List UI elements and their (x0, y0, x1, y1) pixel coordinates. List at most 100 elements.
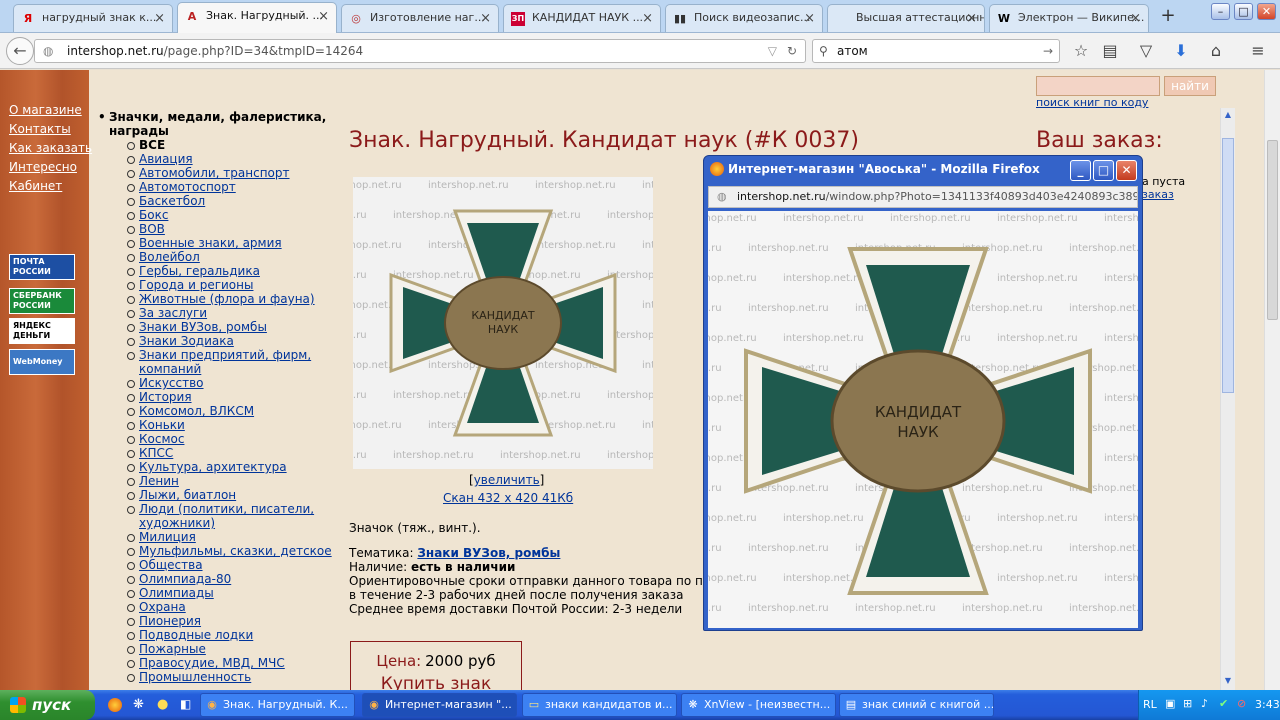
inner-scrollbar-up-icon[interactable]: ▲ (1222, 110, 1234, 122)
theme-link[interactable]: Знаки ВУЗов, ромбы (417, 546, 560, 560)
payment-sberbank-badge[interactable]: СБЕРБАНК РОССИИ (9, 288, 75, 314)
catalog-item[interactable]: ВСЕ (126, 138, 341, 152)
popup-minimize-button[interactable]: _ (1070, 160, 1091, 181)
tray-antivirus-icon[interactable]: ⊘ (1237, 697, 1246, 710)
catalog-item[interactable]: Правосудие, МВД, МЧС (126, 656, 341, 670)
payment-webmoney-badge[interactable]: WebMoney (9, 349, 75, 375)
tray-volume-icon[interactable]: ♪ (1201, 697, 1208, 710)
dropdown-arrow-icon[interactable]: ▽ (768, 40, 777, 62)
catalog-item[interactable]: Знаки предприятий, фирм, компаний (126, 348, 341, 376)
catalog-item[interactable]: Коньки (126, 418, 341, 432)
taskbar-item-3[interactable]: ❋ XnView - [неизвестн... (681, 693, 836, 717)
left-link-1[interactable]: Контакты (9, 122, 71, 136)
tab-close-icon[interactable]: × (318, 9, 329, 24)
catalog-item[interactable]: Военные знаки, армия (126, 236, 341, 250)
quicklaunch-desktop-icon[interactable]: ◧ (180, 697, 191, 711)
tab-0[interactable]: Янагрудный знак к... × (13, 4, 173, 32)
search-box[interactable]: ⚲ атом → (812, 39, 1060, 63)
window-maximize-button[interactable]: □ (1234, 3, 1253, 20)
catalog-item[interactable]: Культура, архитектура (126, 460, 341, 474)
catalog-item[interactable]: Подводные лодки (126, 628, 341, 642)
left-link-3[interactable]: Интересно (9, 160, 77, 174)
catalog-item[interactable]: Космос (126, 432, 341, 446)
buy-button[interactable]: Купить знак (351, 674, 521, 690)
catalog-item[interactable]: Общества (126, 558, 341, 572)
catalog-item[interactable]: Гербы, геральдика (126, 264, 341, 278)
download-icon[interactable]: ⬇ (1170, 41, 1192, 61)
tab-2[interactable]: ◎ Изготовление наг... × (341, 4, 499, 32)
catalog-item[interactable]: Пионерия (126, 614, 341, 628)
catalog-item[interactable]: Мульфильмы, сказки, детское (126, 544, 341, 558)
quicklaunch-xnview-icon[interactable]: ❋ (133, 697, 144, 712)
catalog-item[interactable]: Авиация (126, 152, 341, 166)
catalog-item[interactable]: Лыжи, биатлон (126, 488, 341, 502)
menu-icon[interactable]: ≡ (1247, 41, 1269, 61)
catalog-item[interactable]: Пожарные (126, 642, 341, 656)
left-link-2[interactable]: Как заказать (9, 141, 92, 155)
enlarge-link[interactable]: увеличить (474, 473, 540, 487)
code-search-button[interactable]: найти (1164, 76, 1216, 96)
page-scrollbar-thumb[interactable] (1267, 140, 1278, 320)
catalog-item[interactable]: Комсомол, ВЛКСМ (126, 404, 341, 418)
catalog-item[interactable]: Волейбол (126, 250, 341, 264)
tab-5[interactable]: Высшая аттестационн... × (827, 4, 985, 32)
taskbar-item-0[interactable]: ◉ Знак. Нагрудный. К... (200, 693, 355, 717)
catalog-item[interactable]: Знаки ВУЗов, ромбы (126, 320, 341, 334)
tab-close-icon[interactable]: × (1130, 11, 1141, 26)
search-go-icon[interactable]: → (1043, 40, 1053, 62)
tab-close-icon[interactable]: × (804, 11, 815, 26)
tab-1[interactable]: A Знак. Нагрудный. ... × (177, 2, 337, 33)
tab-4[interactable]: ▮▮ Поиск видеозапис... × (665, 4, 823, 32)
catalog-item[interactable]: Автомотоспорт (126, 180, 341, 194)
popup-address-bar[interactable]: ◍ intershop.net.ru/window.php?Photo=1341… (708, 186, 1138, 208)
product-image[interactable]: intershop.net.ruintershop.net.ruintersho… (353, 177, 653, 469)
inner-scrollbar[interactable]: ▲ ▼ (1220, 108, 1235, 690)
taskbar-item-2[interactable]: ▭ знаки кандидатов и... (522, 693, 677, 717)
code-search-input[interactable] (1036, 76, 1160, 96)
catalog-item[interactable]: ВОВ (126, 222, 341, 236)
reload-icon[interactable]: ↻ (787, 40, 797, 62)
tab-3[interactable]: ЗП КАНДИДАТ НАУК ... × (503, 4, 661, 32)
reading-list-icon[interactable]: ▤ (1099, 41, 1121, 61)
code-search-link[interactable]: поиск книг по коду (1036, 96, 1148, 109)
search-input[interactable]: атом (837, 44, 868, 58)
taskbar-item-4[interactable]: ▤ знак синий с книгой ... (839, 693, 994, 717)
window-close-button[interactable]: ✕ (1257, 3, 1276, 20)
catalog-item[interactable]: Люди (политики, писатели, художники) (126, 502, 341, 530)
catalog-item[interactable]: Олимпиада-80 (126, 572, 341, 586)
catalog-item[interactable]: За заслуги (126, 306, 341, 320)
popup-close-button[interactable]: ✕ (1116, 160, 1137, 181)
catalog-item[interactable]: Ленин (126, 474, 341, 488)
page-scrollbar[interactable] (1264, 70, 1280, 690)
inner-scrollbar-thumb[interactable] (1222, 138, 1234, 393)
tab-close-icon[interactable]: × (642, 11, 653, 26)
tray-check-icon[interactable]: ✔ (1219, 697, 1228, 710)
pocket-icon[interactable]: ▽ (1135, 41, 1157, 61)
catalog-item[interactable]: Искусство (126, 376, 341, 390)
inner-scrollbar-down-icon[interactable]: ▼ (1222, 676, 1234, 688)
catalog-item[interactable]: Автомобили, транспорт (126, 166, 341, 180)
catalog-item[interactable]: КПСС (126, 446, 341, 460)
payment-russian-post-badge[interactable]: ПОЧТА РОССИИ (9, 254, 75, 280)
catalog-item[interactable]: Животные (флора и фауна) (126, 292, 341, 306)
address-bar[interactable]: ◍ intershop.net.ru/page.php?ID=34&tmpID=… (34, 39, 806, 63)
catalog-item[interactable]: Промышленность (126, 670, 341, 684)
tray-monitor-icon[interactable]: ▣ (1165, 697, 1175, 710)
new-tab-button[interactable]: + (1158, 6, 1178, 26)
tab-6[interactable]: W Электрон — Википе... × (989, 4, 1149, 32)
payment-yandex-money-badge[interactable]: ЯНДЕКС ДЕНЬГИ (9, 318, 75, 344)
start-button[interactable]: пуск (0, 690, 95, 720)
bookmark-star-icon[interactable]: ☆ (1070, 41, 1092, 61)
catalog-item[interactable]: Олимпиады (126, 586, 341, 600)
order-link[interactable]: заказ (1142, 188, 1174, 201)
catalog-item[interactable]: Города и регионы (126, 278, 341, 292)
catalog-item[interactable]: Знаки Зодиака (126, 334, 341, 348)
catalog-item[interactable]: Баскетбол (126, 194, 341, 208)
taskbar-item-1[interactable]: ◉ Интернет-магазин "... (362, 693, 517, 717)
left-link-0[interactable]: О магазине (9, 103, 82, 117)
tray-network-icon[interactable]: ⊞ (1183, 697, 1192, 710)
tab-close-icon[interactable]: × (154, 11, 165, 26)
language-indicator[interactable]: RL (1143, 698, 1157, 711)
window-minimize-button[interactable]: – (1211, 3, 1230, 20)
back-button[interactable]: ← (6, 37, 34, 65)
